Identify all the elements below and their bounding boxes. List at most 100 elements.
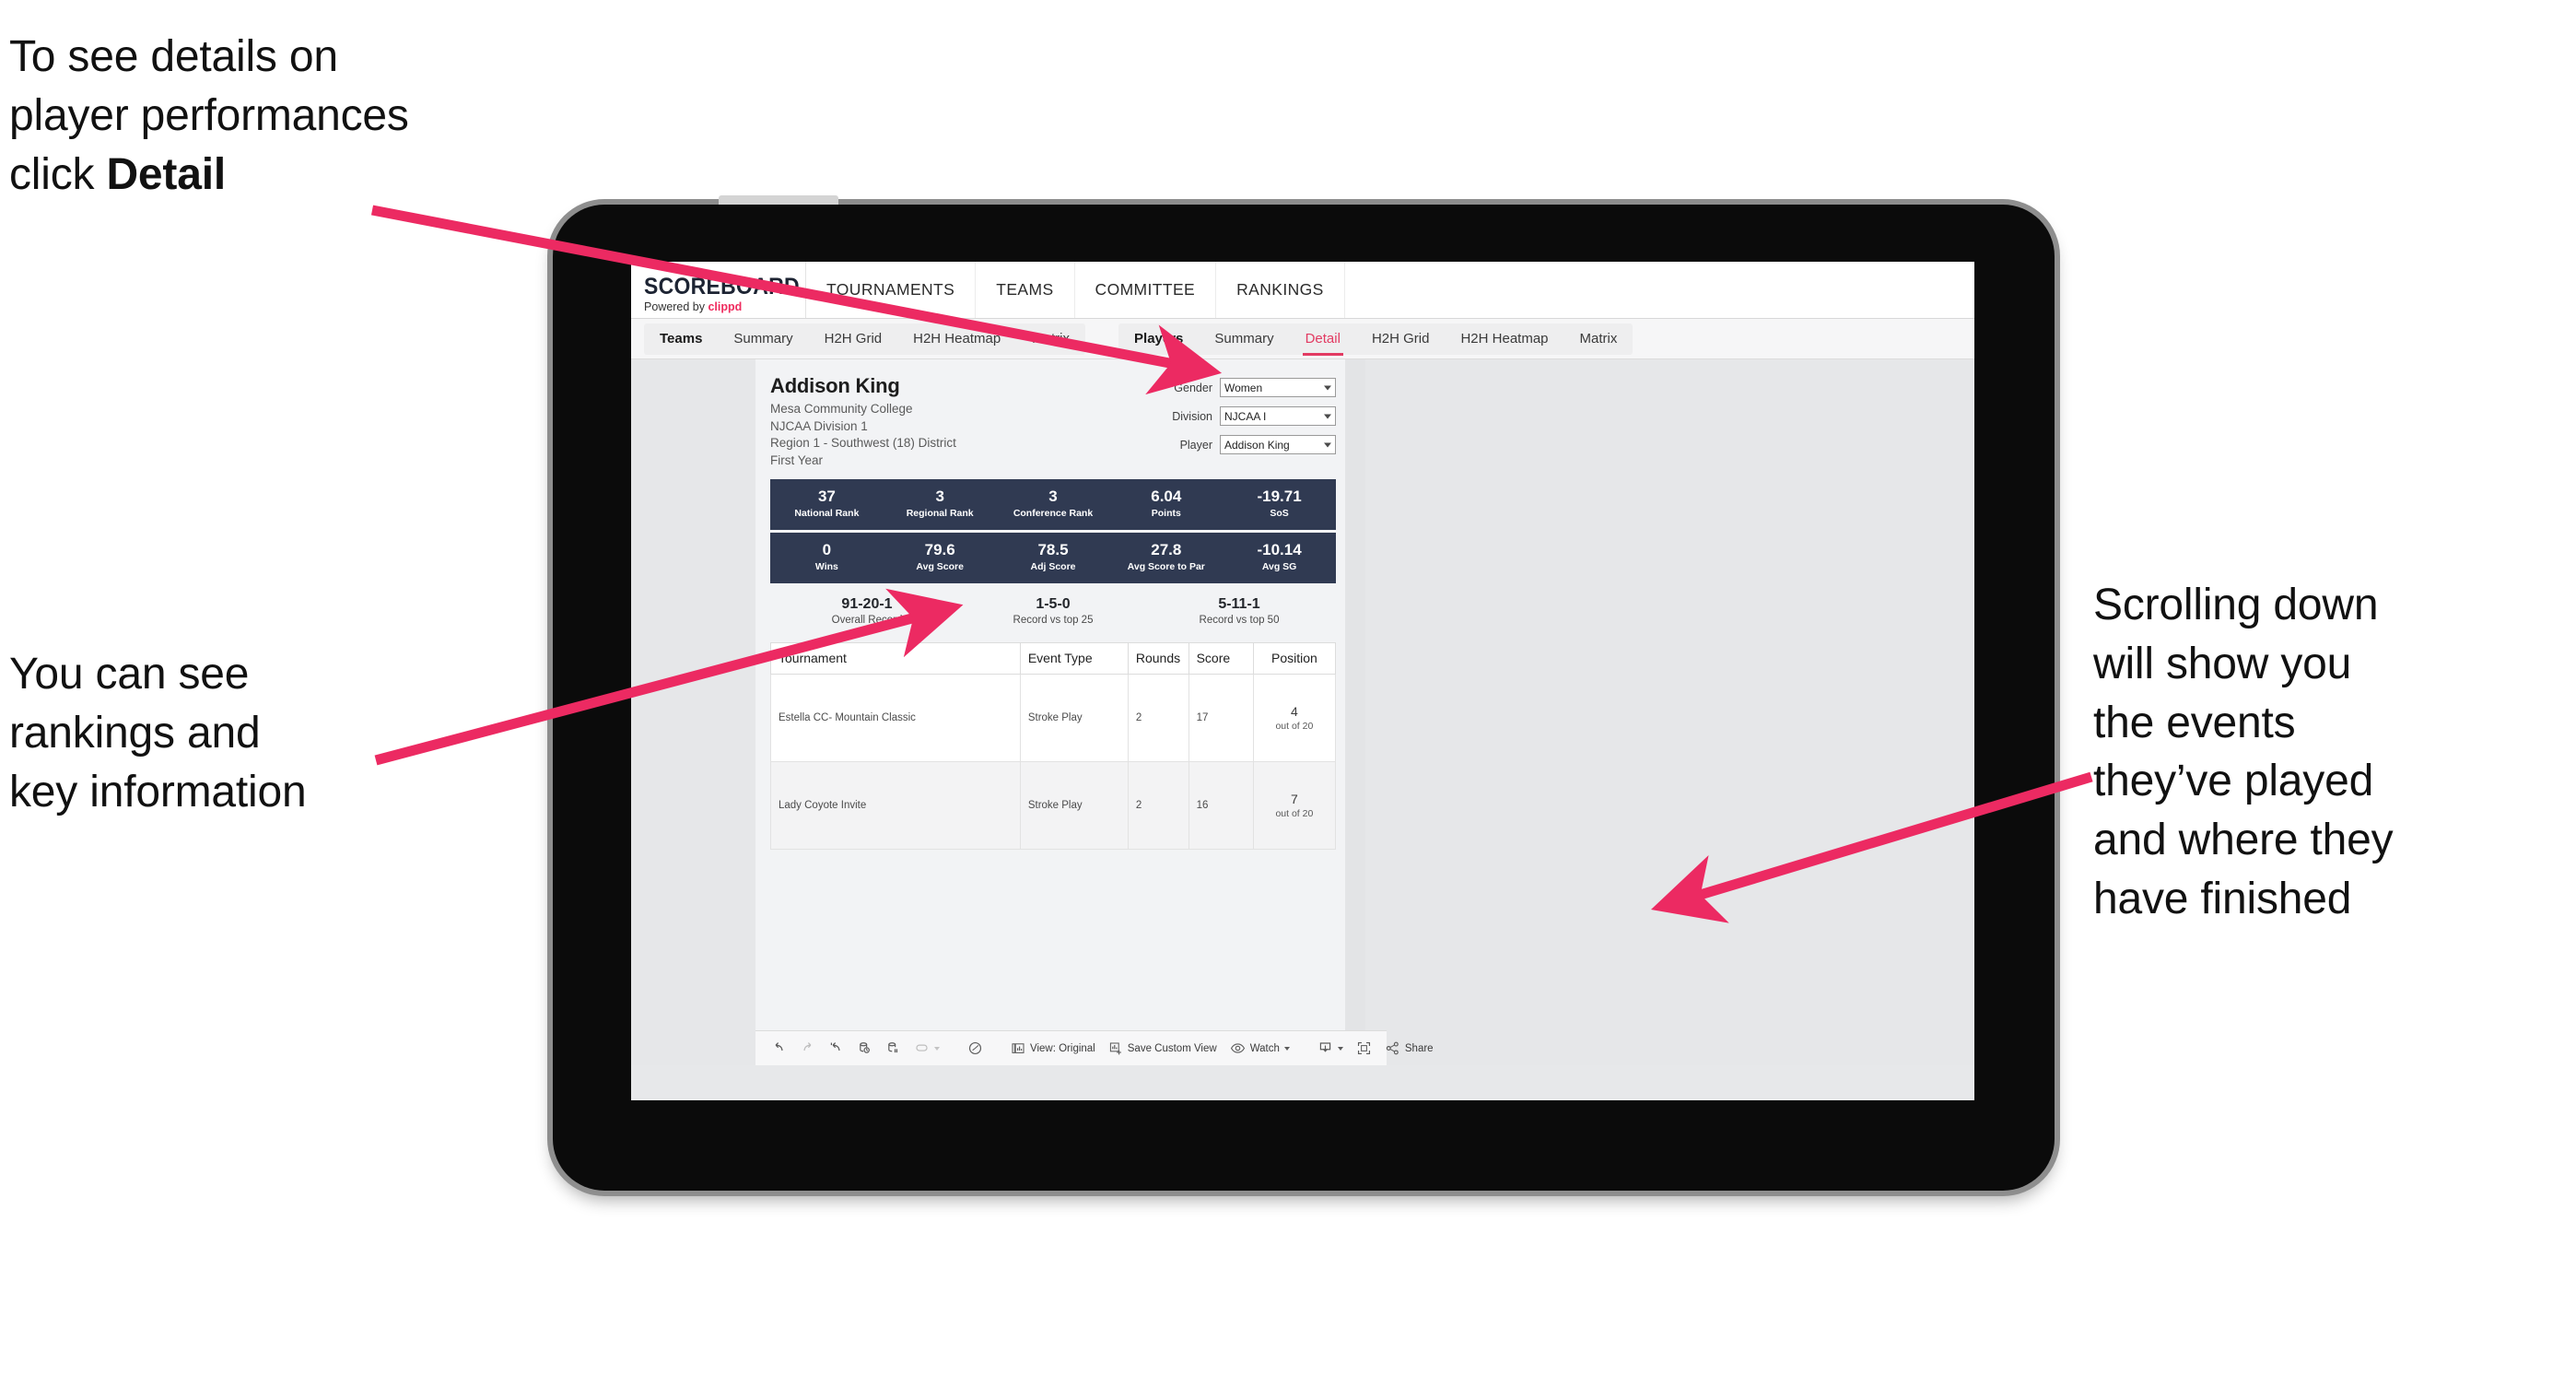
stat-avg-score: 79.6 Avg Score (884, 541, 997, 573)
filter-gender-select[interactable]: Women (1220, 378, 1336, 397)
highlight-button[interactable] (907, 1031, 946, 1065)
tab-teams-summary[interactable]: Summary (718, 323, 808, 355)
tab-teams-h2h-grid[interactable]: H2H Grid (809, 323, 898, 355)
watch-button[interactable]: Watch (1224, 1031, 1296, 1065)
refresh-data-source-button[interactable] (850, 1031, 879, 1065)
stat-label: National Rank (794, 508, 860, 520)
cell-score: 16 (1188, 760, 1254, 850)
view-original-label: View: Original (1030, 1042, 1095, 1054)
undo-button[interactable] (765, 1031, 793, 1065)
record-value: 5-11-1 (1218, 595, 1260, 612)
app-logo[interactable]: SCOREBOARD Powered by clippd (631, 262, 806, 318)
stat-value: 27.8 (1151, 541, 1182, 559)
viz-toolbar: View: Original Save Custom View Watch Sh… (755, 1030, 1434, 1065)
stat-label: Avg Score to Par (1127, 561, 1205, 573)
nav-item-committee[interactable]: COMMITTEE (1075, 262, 1217, 318)
stat-value: 6.04 (1151, 487, 1182, 506)
logo-tagline: Powered by clippd (644, 301, 805, 313)
cell-event-type: Stroke Play (1019, 760, 1129, 850)
card-right-shade (1345, 359, 1365, 1065)
nav-item-rankings[interactable]: RANKINGS (1216, 262, 1345, 318)
tab-teams-matrix[interactable]: Matrix (1016, 323, 1085, 355)
pause-auto-updates-button[interactable] (879, 1031, 907, 1065)
save-custom-view-button[interactable]: Save Custom View (1102, 1031, 1224, 1065)
logo-powered-by: Powered by (644, 300, 708, 313)
position-out-of: out of 20 (1275, 807, 1314, 819)
cell-tournament: Estella CC- Mountain Classic (770, 673, 1021, 762)
dashboard-right-gutter (1365, 359, 1974, 1065)
tab-players-summary[interactable]: Summary (1199, 323, 1289, 355)
tab-teams-h2h-heatmap[interactable]: H2H Heatmap (897, 323, 1016, 355)
tournament-results-table: Tournament Event Type Rounds Score Posit… (770, 641, 1337, 850)
cell-position: 4 out of 20 (1252, 673, 1337, 762)
tab-teams[interactable]: Teams (644, 323, 718, 355)
logo-wordmark: SCOREBOARD (644, 273, 800, 300)
player-region: Region 1 - Southwest (18) District (770, 436, 956, 451)
column-header-tournament[interactable]: Tournament (770, 641, 1021, 675)
player-school: Mesa Community College (770, 402, 913, 416)
share-button[interactable]: Share (1378, 1031, 1440, 1065)
cell-rounds: 2 (1127, 673, 1189, 762)
table-row[interactable]: Lady Coyote Invite Stroke Play 2 16 7 ou… (770, 760, 1337, 850)
column-header-rounds[interactable]: Rounds (1127, 641, 1189, 675)
filter-division-label: Division (1172, 409, 1212, 423)
stat-value: 79.6 (924, 541, 955, 559)
chevron-down-icon (1324, 414, 1331, 418)
cell-position: 7 out of 20 (1252, 760, 1337, 850)
record-label: Record vs top 25 (1013, 614, 1094, 626)
revert-button[interactable] (822, 1031, 850, 1065)
chevron-down-icon (1283, 1046, 1290, 1051)
stat-national-rank: 37 National Rank (770, 487, 884, 520)
column-header-score[interactable]: Score (1188, 641, 1254, 675)
record-vs-top-25: 1-5-0 Record vs top 25 (960, 595, 1146, 626)
filter-division-select[interactable]: NJCAA I (1220, 406, 1336, 426)
tab-group-players: Players Summary Detail H2H Grid H2H Heat… (1118, 323, 1633, 356)
player-year: First Year (770, 452, 824, 467)
column-header-position[interactable]: Position (1252, 641, 1337, 675)
tab-players-detail[interactable]: Detail (1290, 323, 1356, 356)
stat-avg-score-to-par: 27.8 Avg Score to Par (1109, 541, 1223, 573)
position-number: 4 (1291, 703, 1298, 719)
data-details-button[interactable] (961, 1031, 989, 1065)
stat-label: Avg SG (1261, 561, 1297, 573)
annotation-top-left-bold: Detail (106, 149, 226, 199)
redo-button[interactable] (793, 1031, 822, 1065)
tab-players-h2h-heatmap[interactable]: H2H Heatmap (1445, 323, 1563, 355)
tab-players-h2h-grid[interactable]: H2H Grid (1356, 323, 1446, 355)
position-number: 7 (1291, 791, 1298, 806)
dashboard-left-gutter (631, 359, 755, 1065)
save-custom-view-label: Save Custom View (1127, 1042, 1217, 1054)
stat-value: 0 (822, 541, 832, 559)
tab-players-matrix[interactable]: Matrix (1564, 323, 1633, 355)
cell-tournament: Lady Coyote Invite (770, 760, 1021, 850)
fullscreen-button[interactable] (1350, 1031, 1378, 1065)
stat-label: SoS (1270, 508, 1289, 520)
stat-adj-score: 78.5 Adj Score (997, 541, 1110, 573)
stat-regional-rank: 3 Regional Rank (884, 487, 997, 520)
tab-group-teams: Teams Summary H2H Grid H2H Heatmap Matri… (644, 323, 1086, 355)
stat-value: 3 (1048, 487, 1058, 506)
record-label: Record vs top 50 (1199, 614, 1280, 626)
record-label: Overall Record (831, 614, 903, 626)
cell-score: 17 (1188, 673, 1254, 762)
nav-item-teams[interactable]: TEAMS (976, 262, 1075, 318)
position-out-of: out of 20 (1275, 720, 1314, 732)
stat-label: Adj Score (1030, 561, 1076, 573)
stat-label: Regional Rank (906, 508, 974, 520)
table-row[interactable]: Estella CC- Mountain Classic Stroke Play… (770, 673, 1337, 762)
dashboard-body: Addison King Mesa Community College NJCA… (631, 359, 1974, 1065)
nav-item-tournaments[interactable]: TOURNAMENTS (806, 262, 977, 318)
annotation-middle-left: You can see rankings and key information (9, 650, 307, 816)
stat-conference-rank: 3 Conference Rank (997, 487, 1110, 520)
watch-label: Watch (1249, 1042, 1280, 1054)
tab-players[interactable]: Players (1118, 323, 1199, 355)
annotation-right: Scrolling down will show you the events … (2093, 581, 2394, 924)
column-header-event-type[interactable]: Event Type (1019, 641, 1129, 675)
stat-avg-sg: -10.14 Avg SG (1223, 541, 1336, 573)
annotation-top-left: To see details on player performances cl… (9, 28, 636, 204)
filter-player-select[interactable]: Addison King (1220, 435, 1336, 454)
player-detail-card: Addison King Mesa Community College NJCA… (755, 359, 1345, 1065)
download-button[interactable] (1311, 1031, 1350, 1065)
view-original-button[interactable]: View: Original (1004, 1031, 1102, 1065)
stat-sos: -19.71 SoS (1223, 487, 1336, 520)
